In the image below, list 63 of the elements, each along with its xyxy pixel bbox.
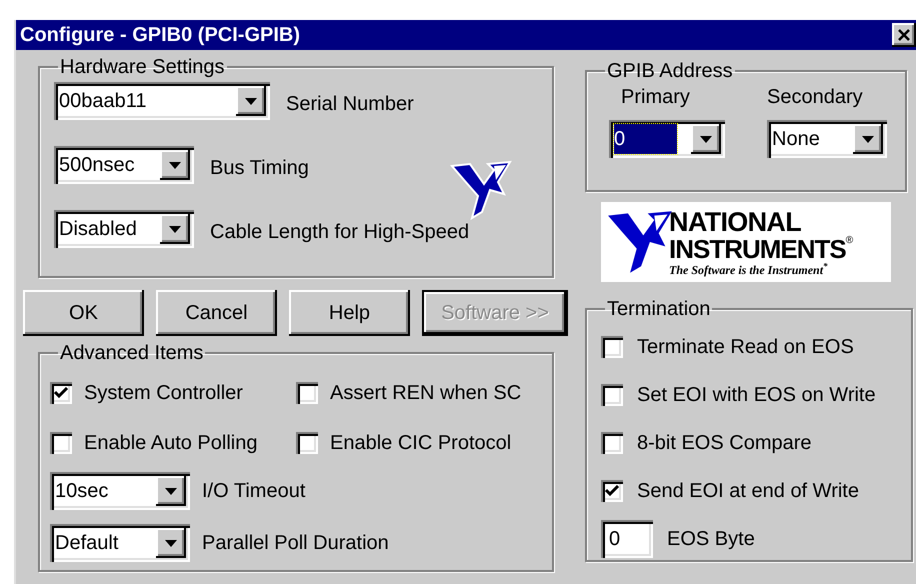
checkbox-label: Enable CIC Protocol (330, 431, 512, 456)
dropdown-field[interactable]: 10sec (50, 472, 190, 510)
logo-text: INSTRUMENTS (669, 236, 846, 262)
dropdown-field[interactable]: 00baab11 (54, 82, 270, 120)
caret-icon (245, 98, 257, 104)
caret-icon (862, 136, 874, 142)
caret-icon (169, 162, 181, 168)
checkmark-icon (605, 485, 619, 497)
close-icon (898, 29, 910, 41)
caret-icon (169, 226, 181, 232)
field-label: Secondary (767, 85, 864, 110)
window-title: Configure - GPIB0 (PCI-GPIB) (20, 23, 301, 48)
dropdown-button[interactable] (156, 476, 186, 506)
field-label: I/O Timeout (202, 479, 306, 504)
field-label: Cable Length for High-Speed (210, 220, 470, 245)
checkbox-label: 8-bit EOS Compare (637, 431, 812, 456)
logo-icon (450, 160, 512, 220)
dropdown-field[interactable]: 500nsec (54, 146, 194, 184)
checkbox[interactable] (296, 382, 318, 404)
group-title: GPIB Address (606, 60, 734, 82)
caret-icon (165, 488, 177, 494)
checkbox[interactable] (601, 384, 623, 406)
checkbox-label: Assert REN when SC (330, 381, 522, 406)
checkmark-icon (54, 387, 68, 399)
checkbox-label: System Controller (84, 381, 243, 406)
checkbox-label: Terminate Read on EOS (637, 335, 854, 360)
checkbox[interactable] (601, 336, 623, 358)
checkbox[interactable] (601, 432, 623, 454)
dialog-button[interactable]: OK (23, 290, 144, 336)
group-title: Hardware Settings (59, 56, 226, 78)
close-button[interactable] (892, 23, 916, 47)
dialog-button[interactable]: Help (289, 290, 410, 336)
checkbox-label: Send EOI at end of Write (637, 479, 859, 504)
checkbox[interactable] (296, 432, 318, 454)
logo-text: NATIONAL (669, 208, 802, 236)
checkbox[interactable] (50, 382, 72, 404)
dropdown-button[interactable] (691, 124, 721, 154)
dropdown-button[interactable] (160, 150, 190, 180)
field-label: Primary (621, 85, 691, 110)
dropdown-field[interactable]: Default (50, 524, 190, 562)
dropdown-field[interactable]: None (767, 120, 887, 158)
eos-byte-field[interactable]: 0 (601, 520, 653, 558)
dropdown-button[interactable] (156, 528, 186, 558)
checkbox-label: Enable Auto Polling (84, 431, 258, 456)
group-title: Advanced Items (59, 342, 204, 364)
field-label: Bus Timing (210, 156, 309, 181)
group-title: Termination (606, 298, 712, 320)
checkbox[interactable] (601, 480, 623, 502)
dropdown-field[interactable]: 0 (609, 120, 725, 158)
dropdown-button[interactable] (160, 214, 190, 244)
dialog-button[interactable]: Cancel (156, 290, 277, 336)
caret-icon (165, 540, 177, 546)
checkbox[interactable] (50, 432, 72, 454)
dropdown-field[interactable]: Disabled (54, 210, 194, 248)
trademark-mark: ® (846, 236, 854, 246)
logo-tagline: The Software is the Instrument$^{*}$ (669, 264, 828, 276)
caret-icon (700, 136, 712, 142)
dropdown-button[interactable] (853, 124, 883, 154)
field-label: Parallel Poll Duration (202, 531, 389, 556)
field-label: Serial Number (286, 92, 414, 117)
field-label: EOS Byte (667, 527, 755, 552)
dropdown-button[interactable] (236, 86, 266, 116)
checkbox-label: Set EOI with EOS on Write (637, 383, 876, 408)
